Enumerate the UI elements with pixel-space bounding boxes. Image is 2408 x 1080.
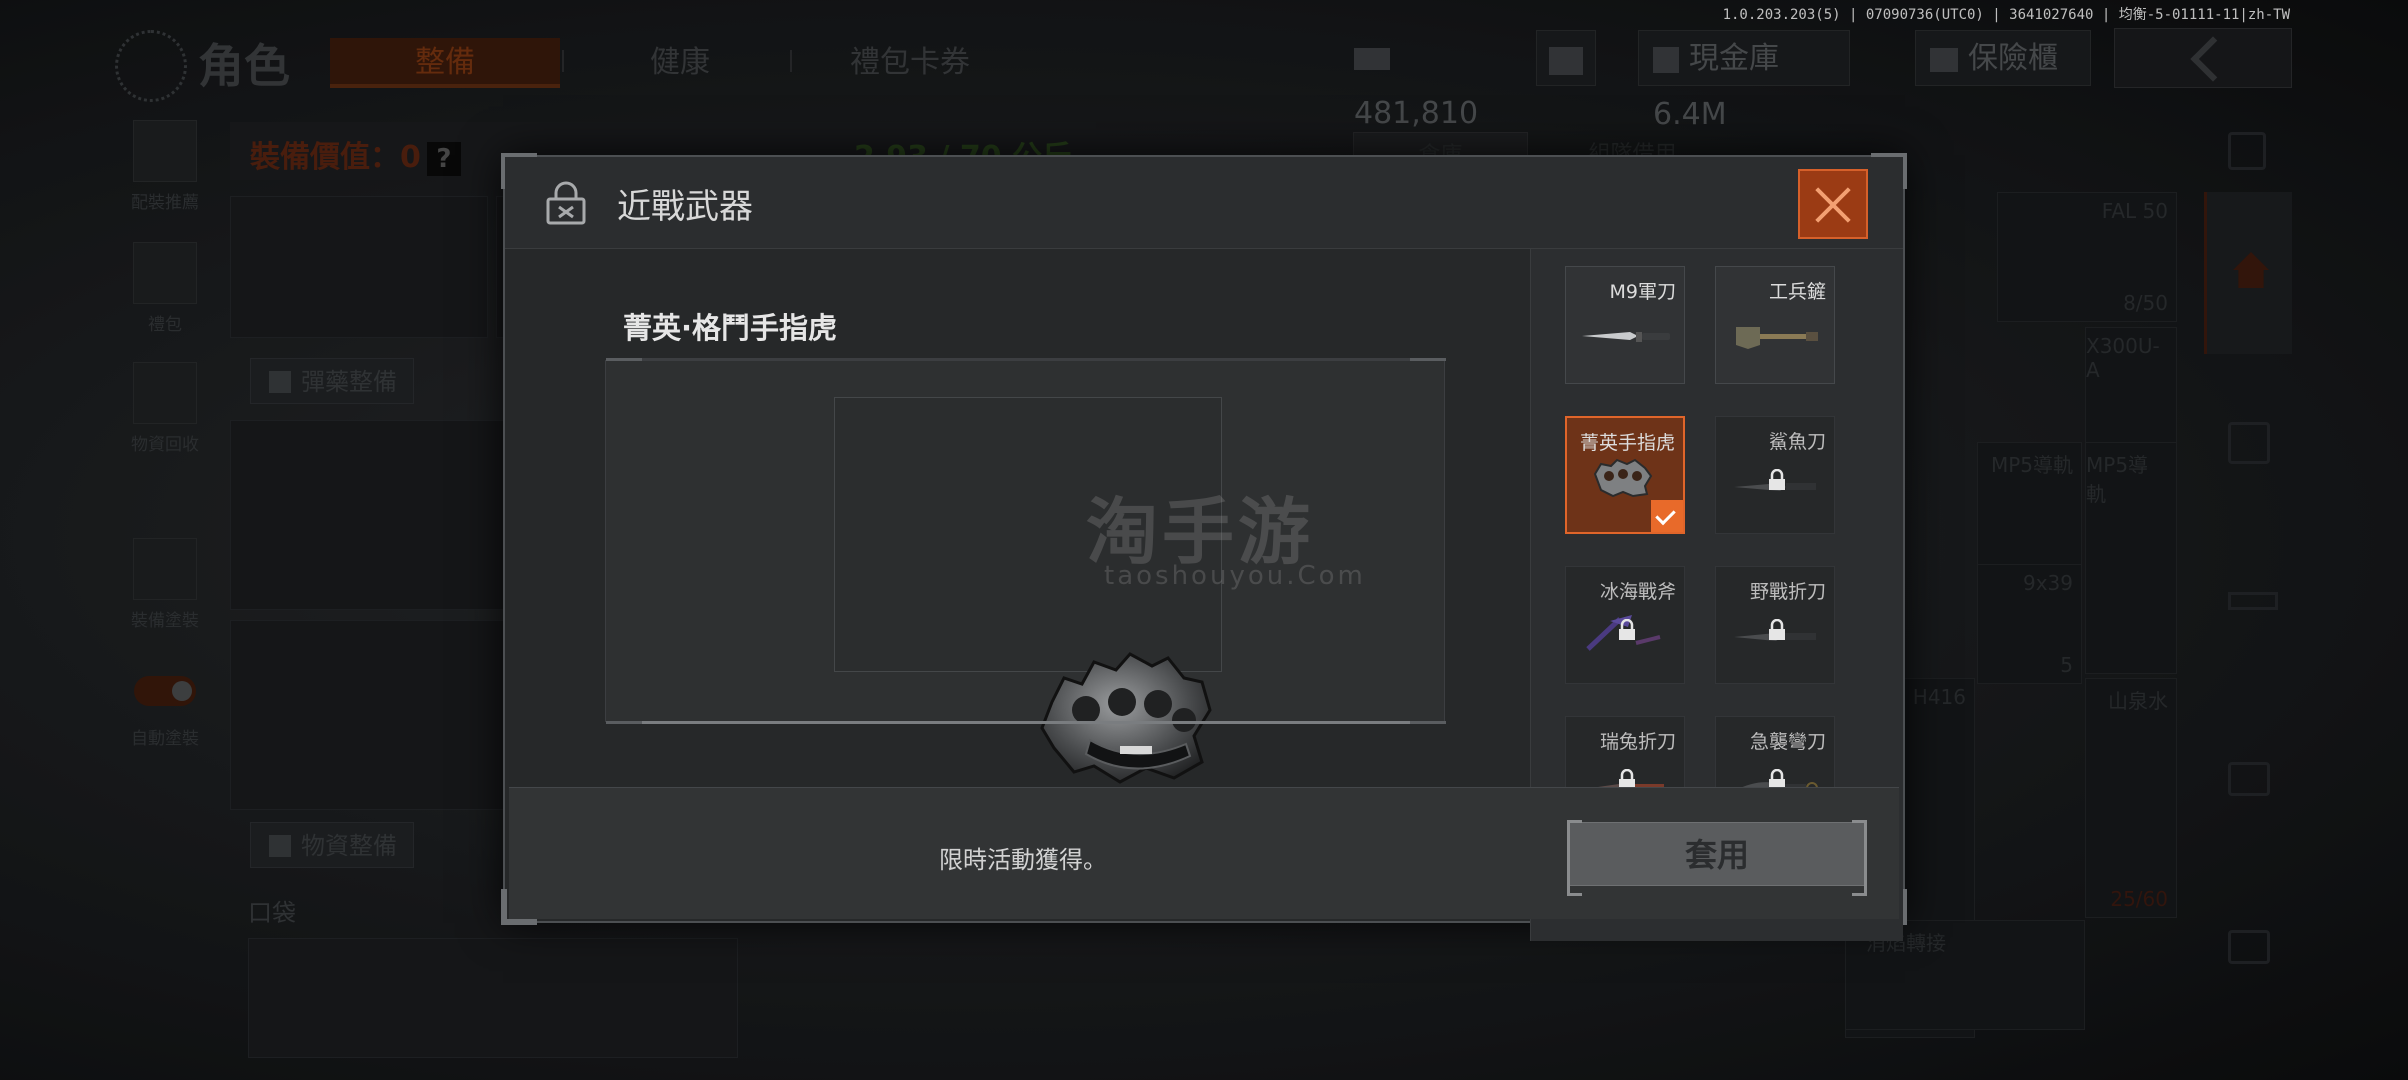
weapon-name: 瑞兔折刀 <box>1599 731 1676 753</box>
weapon-card-locked[interactable]: 野戰折刀 <box>1715 566 1835 684</box>
lock-icon <box>1769 469 1785 490</box>
weapon-card-locked[interactable]: 鯊魚刀 <box>1715 416 1835 534</box>
dialog-header: 近戰武器 <box>505 157 1903 249</box>
weapon-name: 野戰折刀 <box>1749 581 1826 603</box>
apply-button[interactable]: 套用 <box>1567 820 1867 896</box>
dialog-footer: 限時活動獲得。 套用 <box>509 787 1899 919</box>
weapon-card[interactable]: 工兵鏟 <box>1715 266 1835 384</box>
dialog-title: 近戰武器 <box>617 187 753 227</box>
padlock-icon <box>546 181 586 225</box>
brass-knuckles-icon <box>1593 458 1653 498</box>
weapon-preview-title: 菁英·格鬥手指虎 <box>623 311 838 345</box>
weapon-name: 急襲彎刀 <box>1749 731 1826 753</box>
weapon-card-selected[interactable]: 菁英手指虎 <box>1565 416 1685 534</box>
weapon-card-locked[interactable]: 冰海戰斧 <box>1565 566 1685 684</box>
selected-check-icon <box>1651 500 1683 532</box>
m9-knife-icon <box>1582 332 1670 342</box>
melee-weapon-dialog: 近戰武器 菁英·格鬥手指虎 淘手游 taoshouyou.Com M9軍刀 工兵… <box>501 153 1907 941</box>
weapon-name: 工兵鏟 <box>1768 281 1826 303</box>
weapon-name: 鯊魚刀 <box>1768 431 1826 453</box>
close-button[interactable] <box>1798 169 1868 239</box>
weapon-preview-frame: 淘手游 taoshouyou.Com <box>605 358 1446 784</box>
brass-knuckles-image <box>1040 652 1212 784</box>
acquisition-description: 限時活動獲得。 <box>939 846 1107 874</box>
shovel-icon <box>1736 327 1818 349</box>
weapon-name: 冰海戰斧 <box>1599 581 1676 603</box>
weapon-name: M9軍刀 <box>1609 281 1676 303</box>
lock-icon <box>1769 619 1785 640</box>
lock-icon <box>1619 619 1635 640</box>
watermark-subtext: taoshouyou.Com <box>1104 561 1366 591</box>
weapon-name: 菁英手指虎 <box>1579 432 1675 454</box>
weapon-card[interactable]: M9軍刀 <box>1565 266 1685 384</box>
